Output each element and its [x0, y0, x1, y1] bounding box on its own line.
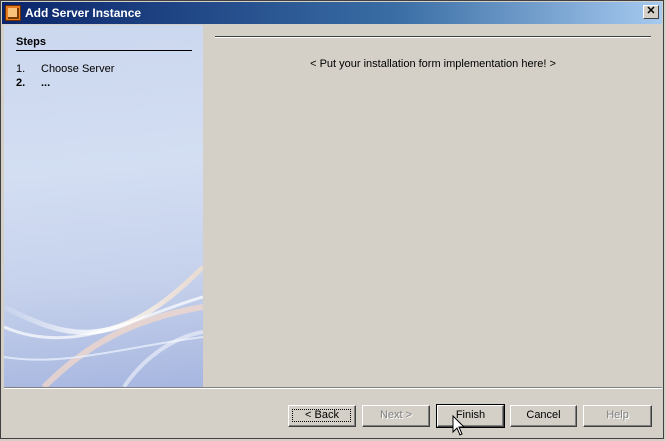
help-button[interactable]: Help [583, 405, 652, 427]
step-current: 2.... [16, 77, 50, 89]
mouse-pointer-icon [452, 415, 466, 436]
wizard-content-panel: < Put your installation form implementat… [203, 25, 663, 387]
placeholder-text: < Put your installation form implementat… [310, 58, 556, 70]
step-label: Choose Server [41, 63, 115, 75]
back-button[interactable]: < Back [288, 405, 356, 427]
decorative-swirl-graphic [4, 265, 203, 387]
steps-divider [16, 50, 192, 51]
step-label: ... [41, 77, 51, 89]
server-wizard-icon [5, 5, 21, 21]
steps-title: Steps [16, 36, 46, 48]
step-number: 1. [16, 63, 26, 75]
close-button[interactable]: ✕ [643, 5, 659, 19]
title-bar[interactable]: Add Server Instance ✕ [2, 2, 662, 24]
content-divider [215, 36, 651, 38]
steps-panel: Steps 1. Choose Server 2.... [4, 25, 203, 387]
cancel-button[interactable]: Cancel [510, 405, 577, 427]
finish-button[interactable]: Finish [436, 404, 505, 428]
next-button[interactable]: Next > [362, 405, 430, 427]
window-title: Add Server Instance [25, 6, 142, 20]
add-server-dialog: Add Server Instance ✕ Steps 1. Choose Ser… [0, 0, 664, 439]
button-bar-separator [4, 387, 662, 389]
step-number: 2. [16, 77, 26, 89]
step-choose-server: 1. Choose Server [16, 63, 114, 75]
